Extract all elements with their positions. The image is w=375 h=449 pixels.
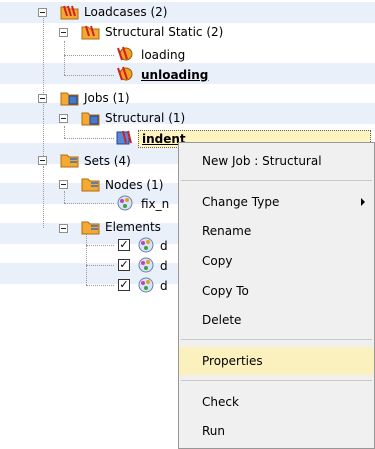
menu-separator	[181, 339, 372, 340]
menu-item-delete[interactable]: Delete	[179, 306, 374, 334]
menu-item-label: Rename	[202, 224, 252, 238]
menu-item-copy[interactable]: Copy	[179, 247, 374, 275]
collapse-toggle[interactable]	[38, 156, 47, 165]
tree-line	[86, 285, 114, 286]
menu-item-properties[interactable]: Properties	[179, 347, 374, 375]
loadcase-icon	[117, 46, 133, 61]
set-icon	[138, 257, 154, 273]
menu-item-new-job[interactable]: New Job : Structural	[179, 147, 374, 175]
menu-item-rename[interactable]: Rename	[179, 217, 374, 245]
menu-separator	[181, 180, 372, 181]
tree-line	[43, 166, 44, 228]
tree-item-element-set[interactable]: d	[160, 278, 168, 294]
tree-line	[86, 245, 114, 246]
submenu-arrow-icon	[361, 198, 365, 206]
set-icon	[138, 237, 154, 253]
collapse-toggle[interactable]	[38, 8, 47, 17]
tree-line	[64, 75, 114, 76]
menu-item-label: Properties	[202, 354, 263, 368]
tree-item-element-set[interactable]: d	[160, 238, 168, 254]
menu-item-label: Delete	[202, 313, 242, 327]
tree-item-structural-static[interactable]: Structural Static (2)	[105, 24, 223, 40]
tree-item-loading[interactable]: loading	[141, 47, 185, 63]
tree-item-element-set[interactable]: d	[160, 258, 168, 274]
collapse-toggle[interactable]	[59, 28, 68, 37]
menu-item-label: Copy	[202, 254, 233, 268]
tree-line	[43, 14, 44, 119]
job-type-folder-icon	[81, 112, 100, 126]
tree-row-bg	[0, 103, 375, 124]
element-set-checkbox[interactable]: ✓	[118, 239, 130, 251]
menu-separator	[181, 380, 372, 381]
set-folder-icon	[81, 178, 100, 192]
element-set-checkbox[interactable]: ✓	[118, 279, 130, 291]
menu-item-label: Run	[202, 424, 226, 438]
jobs-folder-icon	[60, 92, 79, 106]
tree-line	[64, 203, 114, 204]
tree-row-bg	[0, 2, 375, 23]
tree-line	[64, 126, 65, 138]
loadcase-icon	[117, 66, 133, 81]
tree-line	[64, 41, 65, 75]
menu-item-label: Copy To	[202, 284, 249, 298]
element-set-checkbox[interactable]: ✓	[118, 259, 130, 271]
tree-item-sets[interactable]: Sets (4)	[84, 153, 131, 169]
loadcase-folder-icon	[60, 5, 79, 20]
menu-item-run[interactable]: Run	[179, 417, 374, 445]
collapse-toggle[interactable]	[59, 224, 68, 233]
set-icon	[117, 195, 133, 211]
set-folder-icon	[81, 221, 100, 235]
tree-item-nodes[interactable]: Nodes (1)	[105, 177, 163, 193]
menu-item-label: Change Type	[202, 195, 280, 209]
job-icon	[116, 130, 132, 145]
context-menu: New Job : Structural Change Type Rename …	[178, 142, 375, 449]
menu-item-copy-to[interactable]: Copy To	[179, 277, 374, 305]
menu-item-label: New Job : Structural	[202, 154, 322, 168]
tree-line	[43, 118, 44, 160]
tree-item-elements[interactable]: Elements	[105, 219, 161, 235]
collapse-toggle[interactable]	[38, 94, 47, 103]
tree-line	[64, 138, 114, 139]
tree-item-jobs[interactable]: Jobs (1)	[84, 90, 130, 106]
collapse-toggle[interactable]	[59, 114, 68, 123]
tree-line	[64, 55, 114, 56]
tree-item-fix-nodes[interactable]: fix_n	[141, 196, 169, 212]
set-icon	[138, 277, 154, 293]
menu-item-label: Check	[202, 395, 239, 409]
loadcase-folder-icon	[81, 25, 100, 40]
sets-folder-icon	[60, 154, 79, 168]
menu-item-change-type[interactable]: Change Type	[179, 188, 374, 216]
tree-line	[86, 265, 114, 266]
tree-item-unloading[interactable]: unloading	[141, 67, 208, 83]
tree-item-jobs-structural[interactable]: Structural (1)	[105, 110, 185, 126]
tree-line	[86, 233, 87, 285]
tree-item-loadcases[interactable]: Loadcases (2)	[84, 4, 167, 20]
collapse-toggle[interactable]	[59, 180, 68, 189]
tree-line	[64, 191, 65, 203]
menu-item-check[interactable]: Check	[179, 388, 374, 416]
